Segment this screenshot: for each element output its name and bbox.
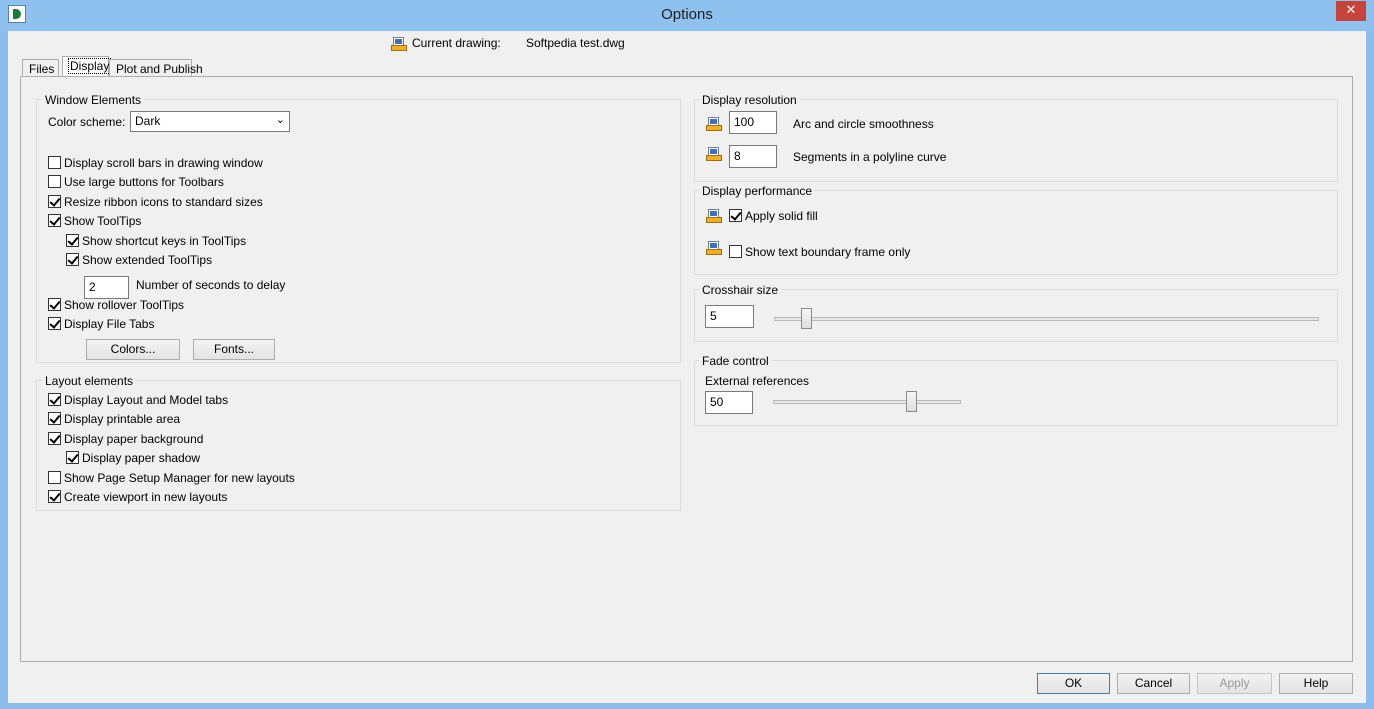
polyline-segments-label: Segments in a polyline curve	[793, 150, 947, 164]
color-scheme-select[interactable]: Dark ⌄	[130, 111, 290, 132]
checkbox-label-create-viewport: Create viewport in new layouts	[64, 490, 228, 504]
checkbox-label-show-text-boundary: Show text boundary frame only	[745, 245, 911, 259]
checkbox-label-shortcut-keys-tooltips: Show shortcut keys in ToolTips	[82, 234, 247, 248]
fonts-button[interactable]: Fonts...	[193, 339, 275, 360]
cancel-button[interactable]: Cancel	[1117, 673, 1190, 694]
checkbox-page-setup-manager[interactable]	[48, 471, 61, 484]
arc-smoothness-input[interactable]: 100	[729, 111, 777, 134]
checkbox-label-layout-model-tabs: Display Layout and Model tabs	[64, 393, 229, 407]
checkbox-apply-solid-fill[interactable]	[729, 209, 742, 222]
drawing-setting-icon	[706, 146, 722, 162]
window-elements-title: Window Elements	[42, 93, 145, 107]
checkbox-label-extended-tooltips: Show extended ToolTips	[82, 253, 213, 267]
window-title: Options	[661, 6, 713, 23]
checkbox-label-large-buttons: Use large buttons for Toolbars	[64, 175, 224, 189]
checkbox-shortcut-keys-tooltips[interactable]	[66, 234, 79, 247]
checkbox-show-tooltips[interactable]	[48, 214, 61, 227]
tooltip-delay-input[interactable]: 2	[84, 276, 129, 299]
color-scheme-label: Color scheme:	[48, 115, 126, 129]
chevron-down-icon: ⌄	[275, 113, 285, 126]
ok-button[interactable]: OK	[1037, 673, 1110, 694]
checkbox-large-buttons[interactable]	[48, 175, 61, 188]
tab-display[interactable]: Display	[62, 56, 112, 77]
apply-button[interactable]: Apply	[1197, 673, 1272, 694]
display-resolution-group	[694, 99, 1338, 182]
checkbox-display-scroll-bars[interactable]	[48, 156, 61, 169]
external-references-fade-slider[interactable]	[773, 400, 961, 404]
checkbox-show-text-boundary[interactable]	[729, 245, 742, 258]
display-performance-group	[694, 190, 1338, 275]
checkbox-label-printable-area: Display printable area	[64, 412, 181, 426]
checkbox-label-paper-background: Display paper background	[64, 432, 204, 446]
crosshair-size-title: Crosshair size	[699, 283, 782, 297]
checkbox-paper-shadow[interactable]	[66, 451, 79, 464]
checkbox-label-rollover-tooltips: Show rollover ToolTips	[64, 298, 185, 312]
fade-control-group	[694, 360, 1338, 426]
checkbox-label-display-scroll-bars: Display scroll bars in drawing window	[64, 156, 263, 170]
fade-control-title: Fade control	[699, 354, 772, 368]
crosshair-size-slider[interactable]	[774, 317, 1319, 321]
external-references-fade-input[interactable]: 50	[705, 391, 753, 414]
current-drawing-value: Softpedia test.dwg	[526, 36, 625, 50]
polyline-segments-input[interactable]: 8	[729, 145, 777, 168]
checkbox-label-resize-ribbon-icons: Resize ribbon icons to standard sizes	[64, 195, 263, 209]
fade-slider-thumb[interactable]	[905, 391, 917, 412]
help-button[interactable]: Help	[1279, 673, 1353, 694]
crosshair-slider-thumb[interactable]	[800, 308, 812, 329]
checkbox-label-page-setup-manager: Show Page Setup Manager for new layouts	[64, 471, 295, 485]
tab-plot-and-publish[interactable]: Plot and Publish	[109, 59, 203, 77]
close-button[interactable]: ✕	[1336, 1, 1366, 21]
tooltip-delay-label: Number of seconds to delay	[136, 278, 286, 292]
current-drawing-label: Current drawing:	[412, 36, 501, 50]
checkbox-resize-ribbon-icons[interactable]	[48, 195, 61, 208]
checkbox-label-apply-solid-fill: Apply solid fill	[745, 209, 818, 223]
checkbox-label-paper-shadow: Display paper shadow	[82, 451, 201, 465]
checkbox-rollover-tooltips[interactable]	[48, 298, 61, 311]
external-references-label: External references	[705, 374, 810, 388]
drawing-icon	[391, 36, 407, 52]
checkbox-label-display-file-tabs: Display File Tabs	[64, 317, 155, 331]
drawing-setting-icon	[706, 116, 722, 132]
checkbox-extended-tooltips[interactable]	[66, 253, 79, 266]
arc-smoothness-label: Arc and circle smoothness	[793, 117, 934, 131]
checkbox-paper-background[interactable]	[48, 432, 61, 445]
layout-elements-title: Layout elements	[42, 374, 137, 388]
display-resolution-title: Display resolution	[699, 93, 800, 107]
colors-button[interactable]: Colors...	[86, 339, 180, 360]
drawing-setting-icon	[706, 208, 722, 224]
tab-files[interactable]: Files	[22, 59, 59, 77]
checkbox-printable-area[interactable]	[48, 412, 61, 425]
checkbox-layout-model-tabs[interactable]	[48, 393, 61, 406]
crosshair-size-group	[694, 289, 1338, 342]
checkbox-label-show-tooltips: Show ToolTips	[64, 214, 142, 228]
drawing-setting-icon	[706, 240, 722, 256]
crosshair-size-input[interactable]: 5	[705, 305, 754, 328]
display-performance-title: Display performance	[699, 184, 816, 198]
checkbox-display-file-tabs[interactable]	[48, 317, 61, 330]
checkbox-create-viewport[interactable]	[48, 490, 61, 503]
